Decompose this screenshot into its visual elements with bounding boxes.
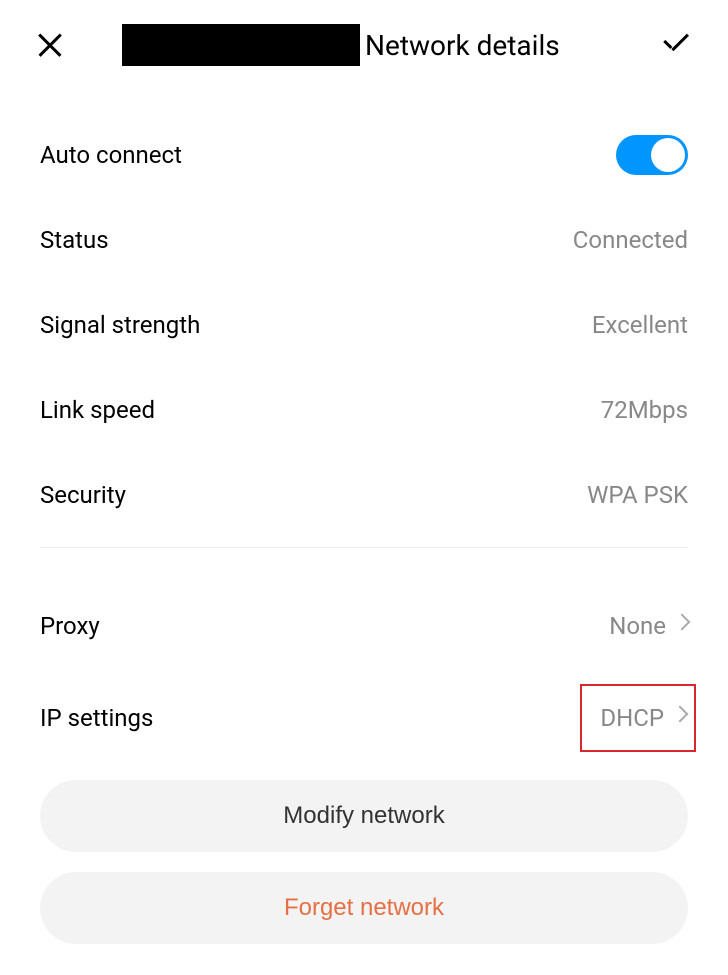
- security-label: Security: [40, 481, 126, 509]
- proxy-value: None: [609, 612, 666, 640]
- divider: [40, 547, 688, 548]
- redacted-network-name: [122, 24, 360, 66]
- ip-settings-row[interactable]: IP settings DHCP: [40, 668, 688, 768]
- forget-network-button[interactable]: Forget network: [40, 872, 688, 944]
- status-label: Status: [40, 226, 109, 254]
- modify-network-button[interactable]: Modify network: [40, 780, 688, 852]
- confirm-icon[interactable]: [661, 33, 693, 57]
- close-icon[interactable]: [35, 30, 65, 60]
- signal-strength-row: Signal strength Excellent: [40, 282, 688, 367]
- header: Network details: [0, 0, 728, 90]
- status-row: Status Connected: [40, 197, 688, 282]
- proxy-label: Proxy: [40, 612, 100, 640]
- button-group: Modify network Forget network: [0, 768, 728, 944]
- ip-settings-highlight: DHCP: [580, 684, 696, 752]
- page-title: Network details: [365, 29, 560, 62]
- security-row: Security WPA PSK: [40, 452, 688, 537]
- ip-settings-label: IP settings: [40, 704, 153, 732]
- auto-connect-label: Auto connect: [40, 141, 182, 169]
- ip-settings-value: DHCP: [600, 704, 664, 732]
- status-value: Connected: [573, 226, 688, 254]
- auto-connect-toggle[interactable]: [616, 135, 688, 175]
- link-speed-row: Link speed 72Mbps: [40, 367, 688, 452]
- settings-list: Auto connect Status Connected Signal str…: [0, 112, 728, 768]
- proxy-value-wrapper: None: [609, 612, 688, 640]
- link-speed-value: 72Mbps: [601, 396, 688, 424]
- security-value: WPA PSK: [587, 481, 688, 509]
- proxy-row[interactable]: Proxy None: [40, 583, 688, 668]
- signal-strength-label: Signal strength: [40, 311, 200, 339]
- link-speed-label: Link speed: [40, 396, 155, 424]
- signal-strength-value: Excellent: [592, 311, 688, 339]
- chevron-right-icon: [676, 616, 688, 636]
- chevron-right-icon: [674, 708, 686, 728]
- auto-connect-row: Auto connect: [40, 112, 688, 197]
